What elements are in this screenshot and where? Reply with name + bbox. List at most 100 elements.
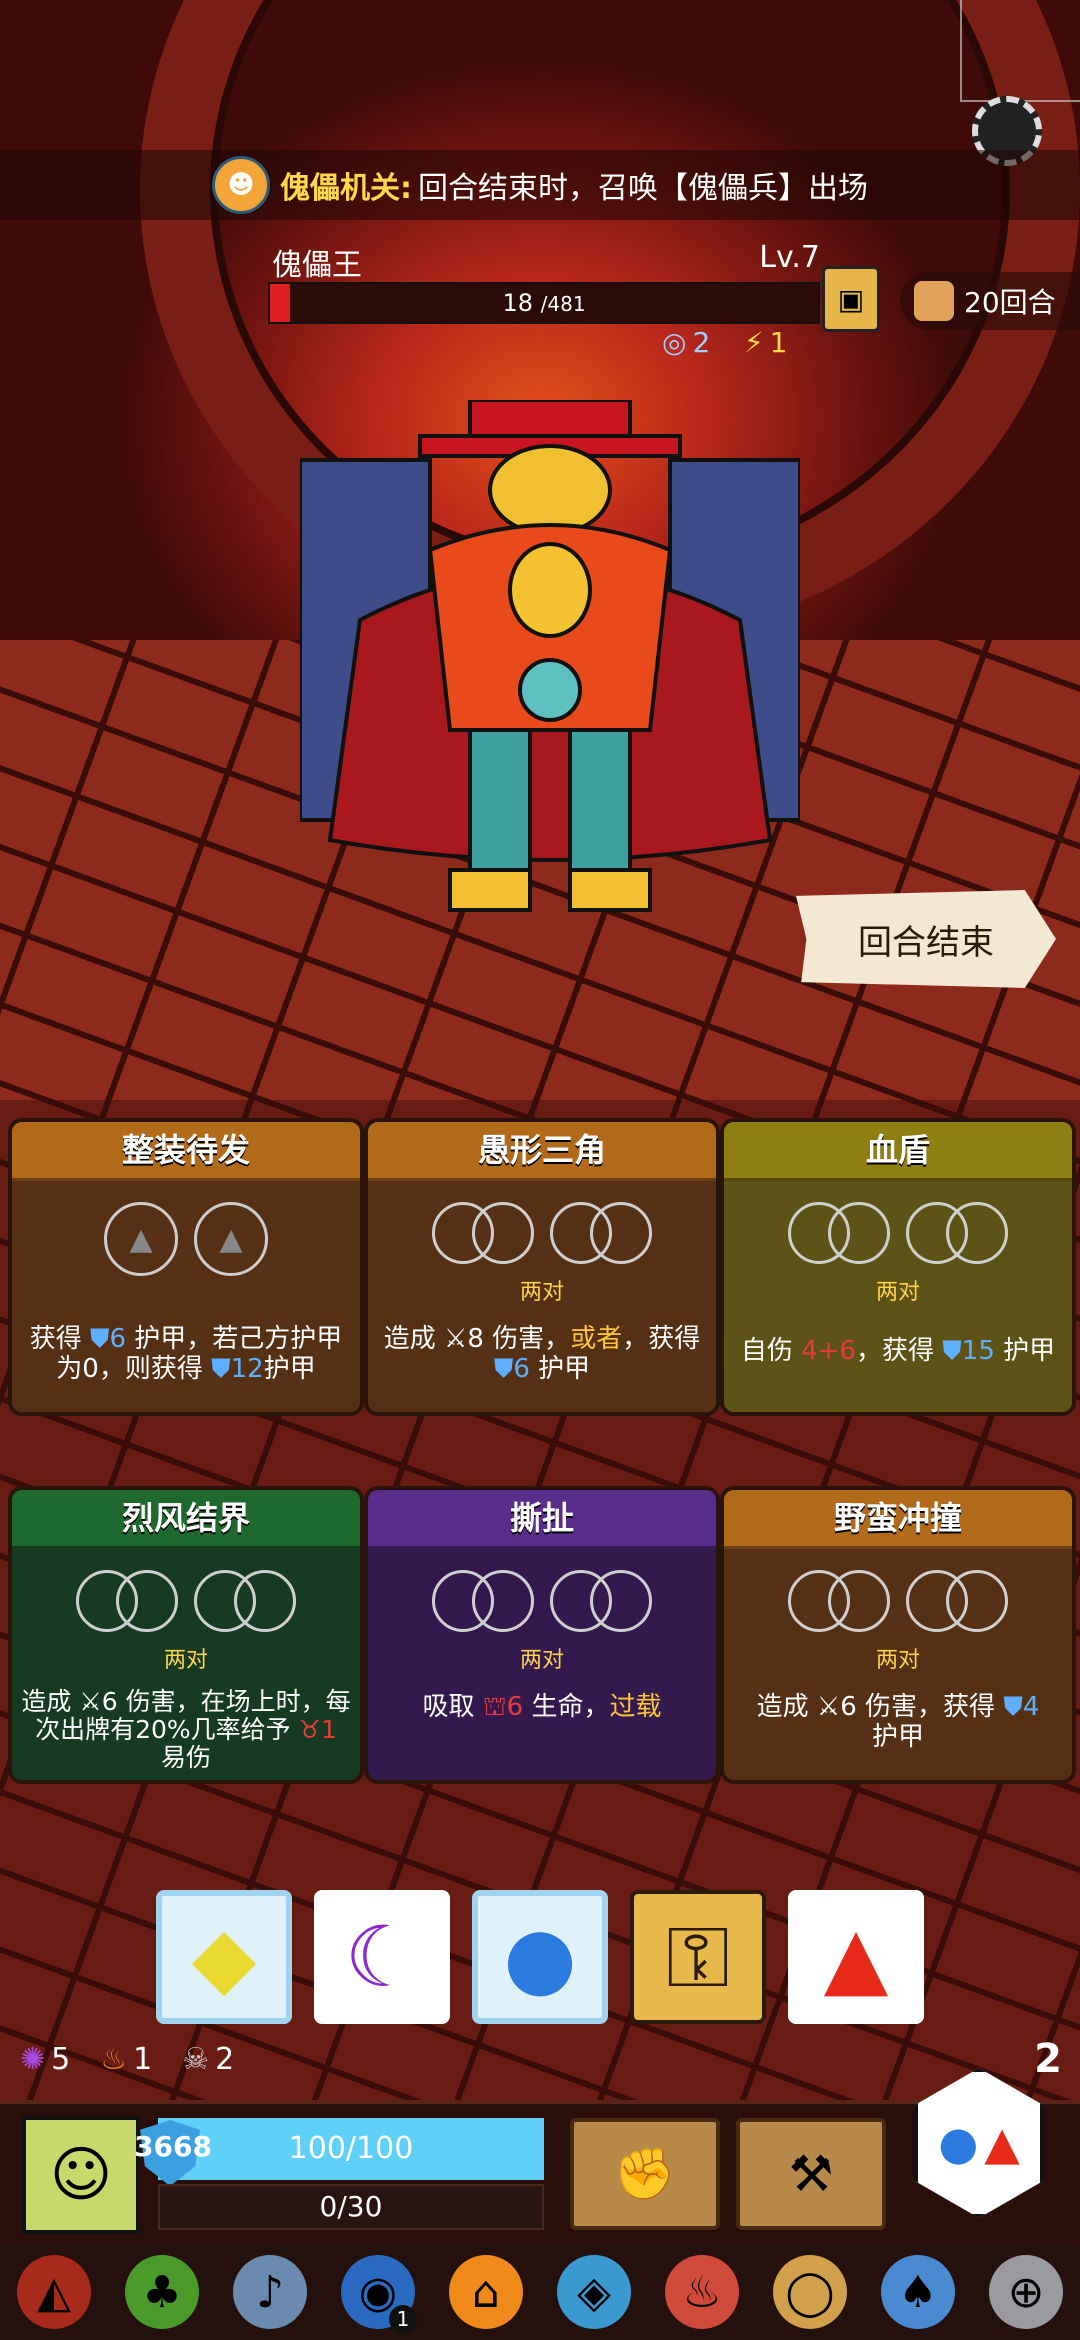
armor-value: 15 bbox=[961, 1336, 995, 1366]
spiderweb-decoration bbox=[960, 0, 1080, 102]
card-hint: 两对 bbox=[875, 1648, 920, 1673]
puppet-king-boss[interactable] bbox=[300, 400, 800, 940]
red-hood-relic-icon[interactable]: ◭ bbox=[17, 2255, 91, 2329]
card-description: 吸取 ⛫6 生命，过载 bbox=[376, 1692, 708, 1722]
boss-status-swirl[interactable]: ◎ 2 bbox=[662, 326, 710, 359]
scroll-icon bbox=[914, 281, 954, 321]
boss-mask bbox=[488, 444, 612, 536]
purple-splat-icon: ✺ bbox=[20, 2042, 46, 2077]
slot-pair bbox=[788, 1570, 890, 1632]
desc-text: ，获得 bbox=[855, 1336, 934, 1366]
boss-name: 傀儡王 bbox=[272, 248, 362, 283]
dice-slots bbox=[724, 1202, 1072, 1264]
overload-keyword: 过载 bbox=[609, 1692, 662, 1722]
sword-icon: ⚔ bbox=[444, 1324, 468, 1354]
skill-card-gear-up[interactable]: 整装待发 ▲ ▲ 获得 ⛊6 护甲，若己方护甲为0，则获得 ⛊12护甲 bbox=[8, 1118, 364, 1416]
slot-pair bbox=[432, 1202, 534, 1264]
die-purple-moon[interactable]: ☾ bbox=[314, 1890, 450, 2024]
player-shield-value: 3668 bbox=[134, 2130, 212, 2163]
swirl-icon: ◎ bbox=[662, 326, 687, 359]
die-locked[interactable]: ⚿ bbox=[630, 1890, 766, 2024]
mirror-relic-icon[interactable]: ◯ bbox=[773, 2255, 847, 2329]
player-avatar[interactable]: ☺ bbox=[22, 2116, 140, 2234]
desc-text: 护甲 bbox=[263, 1354, 316, 1384]
armor-icon: ⛊ bbox=[211, 1354, 231, 1384]
fire-counter: ♨ 1 bbox=[100, 2042, 152, 2077]
desc-text: 造成 bbox=[21, 1687, 72, 1716]
purple-splat-counter: ✺ 5 bbox=[20, 2042, 70, 2077]
puppet-doll bbox=[518, 658, 582, 722]
armor-icon: ⛊ bbox=[942, 1336, 962, 1366]
red-flame-icon: ▲ bbox=[823, 1908, 889, 2006]
golden-bell-relic-icon[interactable]: ⌂ bbox=[449, 2255, 523, 2329]
dice-tray: ◆ ☾ ● ⚿ ▲ bbox=[156, 1890, 924, 2024]
vulnerable-icon: ♉ bbox=[298, 1715, 322, 1744]
blue-drop-icon: ● bbox=[503, 1908, 577, 2006]
boss-ability-banner: ☻ 傀儡机关: 回合结束时，召唤【傀儡兵】出场 bbox=[0, 150, 1080, 220]
boss-hp-bar: 18 /481 bbox=[268, 282, 820, 324]
boss-hp-current: 18 bbox=[502, 289, 533, 317]
axe-skill-button[interactable]: ⚒ bbox=[736, 2118, 886, 2230]
card-hint: 两对 bbox=[519, 1280, 564, 1305]
dice-slots bbox=[368, 1570, 716, 1632]
round-counter: 20回合 bbox=[900, 272, 1080, 330]
bestiary-book-icon[interactable]: ▣ bbox=[822, 266, 880, 332]
end-turn-button[interactable]: 回合结束 bbox=[796, 890, 1056, 988]
player-xp-bar: 0/30 bbox=[158, 2184, 544, 2230]
gauntlet-skill-button[interactable]: ✊ bbox=[570, 2118, 720, 2230]
armor-value: 12 bbox=[230, 1354, 264, 1384]
armor-icon: ⛊ bbox=[493, 1354, 514, 1384]
silver-coin-relic-icon[interactable]: ⊕ bbox=[989, 2255, 1063, 2329]
vulnerable-value: 1 bbox=[321, 1715, 337, 1744]
yellow-diamond-icon: ◆ bbox=[191, 1908, 257, 2006]
ability-keyword: 傀儡机关: bbox=[280, 171, 412, 206]
desc-text: 造成 bbox=[756, 1692, 809, 1722]
skill-card-blood-shield[interactable]: 血盾 两对 自伤 4+6，获得 ⛊15 护甲 bbox=[720, 1118, 1076, 1416]
lightning-icon: ⚡ bbox=[744, 326, 764, 359]
armor-icon: ⛊ bbox=[1003, 1692, 1023, 1722]
meat-relic-icon[interactable]: ♨ bbox=[665, 2255, 739, 2329]
die-blue-drop[interactable]: ● bbox=[472, 1890, 608, 2024]
boss-status-lightning[interactable]: ⚡ 1 bbox=[744, 326, 788, 359]
armor-value: 6 bbox=[109, 1324, 127, 1354]
stone-slot-icon: ▲ bbox=[104, 1202, 178, 1276]
card-description: 自伤 4+6，获得 ⛊15 护甲 bbox=[732, 1336, 1064, 1366]
skill-card-gale-barrier[interactable]: 烈风结界 两对 造成 ⚔6 伤害，在场上时，每次出牌有20%几率给予 ♉1 易伤 bbox=[8, 1486, 364, 1784]
horn-relic-icon[interactable]: ♪ bbox=[233, 2255, 307, 2329]
skull-icon: ☠ bbox=[182, 2042, 210, 2077]
desc-text: 获得 bbox=[29, 1324, 82, 1354]
clover-relic-icon[interactable]: ♣ bbox=[125, 2255, 199, 2329]
swirl-count: 2 bbox=[692, 326, 711, 359]
dice-slots bbox=[12, 1570, 360, 1632]
card-title: 整装待发 bbox=[12, 1122, 360, 1181]
die-yellow-diamond[interactable]: ◆ bbox=[156, 1890, 292, 2024]
card-description: 获得 ⛊6 护甲，若己方护甲为0，则获得 ⛊12护甲 bbox=[20, 1324, 352, 1384]
skill-card-savage-charge[interactable]: 野蛮冲撞 两对 造成 ⚔6 伤害，获得 ⛊4 护甲 bbox=[720, 1486, 1076, 1784]
slot-pair bbox=[432, 1570, 534, 1632]
stone-slot-icon: ▲ bbox=[194, 1202, 268, 1276]
boss-hp-max: /481 bbox=[540, 292, 586, 316]
desc-text: 自伤 bbox=[740, 1336, 793, 1366]
blue-mushroom-relic-icon[interactable]: ♠ bbox=[881, 2255, 955, 2329]
card-hint: 两对 bbox=[519, 1648, 564, 1673]
skill-card-tear[interactable]: 撕扯 两对 吸取 ⛫6 生命，过载 bbox=[364, 1486, 720, 1784]
boss-boot-right bbox=[568, 868, 652, 912]
card-title: 血盾 bbox=[724, 1122, 1072, 1181]
boss-boot-left bbox=[448, 868, 532, 912]
slot-pair bbox=[76, 1570, 178, 1632]
dice-slots bbox=[368, 1202, 716, 1264]
slot-pair bbox=[906, 1570, 1008, 1632]
die-red-flame[interactable]: ▲ bbox=[788, 1890, 924, 2024]
armor-value: 6 bbox=[513, 1354, 530, 1384]
sword-icon: ⚔ bbox=[79, 1687, 102, 1716]
boss-leg-right bbox=[568, 728, 632, 882]
skill-card-fool-triangle[interactable]: 愚形三角 两对 造成 ⚔8 伤害，或者，获得 ⛊6 护甲 bbox=[364, 1118, 720, 1416]
blue-gem-relic-icon[interactable]: ◈ bbox=[557, 2255, 631, 2329]
dice-slots bbox=[724, 1570, 1072, 1632]
swirl-orb-relic-icon[interactable]: ◉ 1 bbox=[341, 2255, 417, 2333]
damage-value: 8 bbox=[467, 1324, 484, 1354]
ability-text: 回合结束时，召唤【傀儡兵】出场 bbox=[418, 171, 868, 206]
fire-count: 1 bbox=[133, 2042, 153, 2077]
relic-count-badge: 1 bbox=[389, 2305, 417, 2333]
boss-leg-left bbox=[468, 728, 532, 882]
